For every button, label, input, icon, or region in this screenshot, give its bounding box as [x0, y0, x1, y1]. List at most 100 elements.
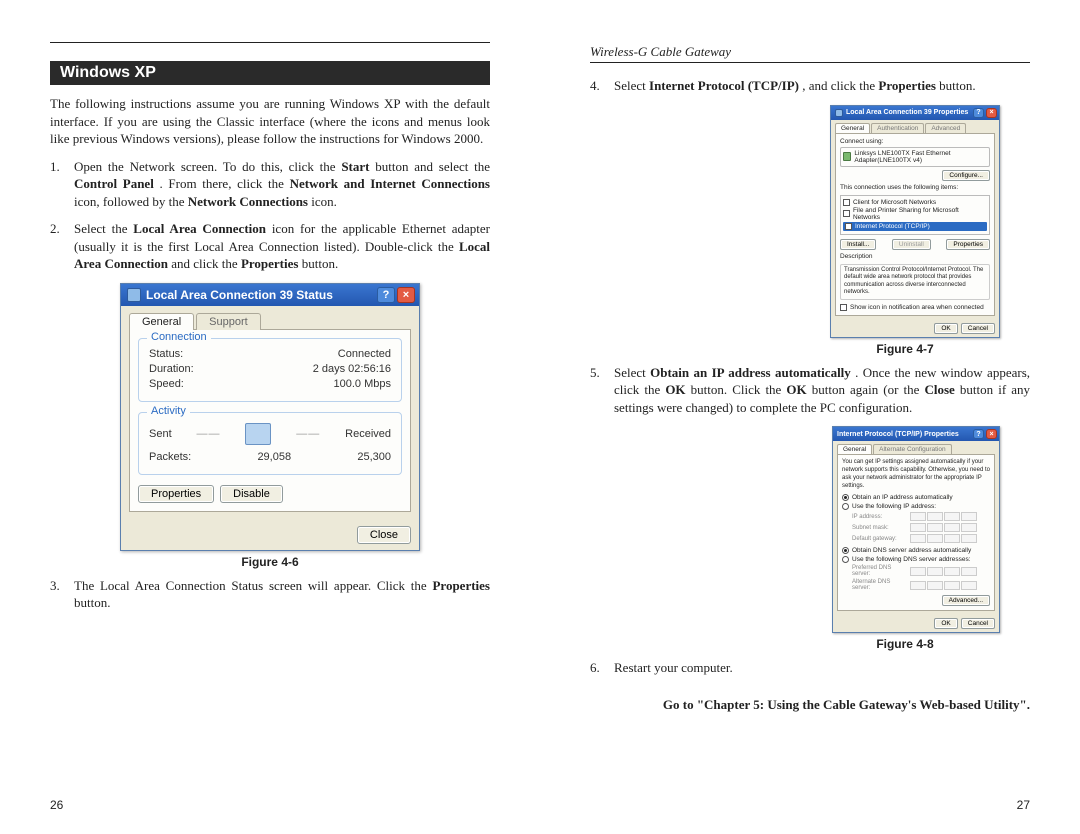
- group-legend: Activity: [147, 405, 190, 417]
- value: 2 days 02:56:16: [313, 363, 391, 375]
- text: OK: [665, 382, 685, 397]
- app-icon: [127, 288, 141, 302]
- checkbox-icon[interactable]: [845, 223, 852, 230]
- group-connection: Connection Status:Connected Duration:2 d…: [138, 338, 402, 402]
- value: 29,058: [257, 451, 291, 463]
- text: Open the Network screen. To do this, cli…: [74, 159, 341, 174]
- label: Show icon in notification area when conn…: [850, 304, 984, 311]
- text: Internet Protocol (TCP/IP): [649, 78, 799, 93]
- radio-icon[interactable]: [842, 503, 849, 510]
- steps-right: 4. Select Internet Protocol (TCP/IP) , a…: [614, 77, 1030, 95]
- ok-button[interactable]: OK: [934, 618, 957, 629]
- radio-icon[interactable]: [842, 494, 849, 501]
- text: Properties: [241, 256, 299, 271]
- app-icon: [835, 109, 843, 117]
- network-icon: [245, 423, 271, 445]
- label: Preferred DNS server:: [852, 565, 906, 577]
- help-icon[interactable]: ?: [377, 287, 395, 303]
- text: Properties: [878, 78, 936, 93]
- text: The Local Area Connection Status screen …: [74, 578, 432, 593]
- uninstall-button[interactable]: Uninstall: [892, 239, 931, 250]
- label: Speed:: [149, 378, 184, 390]
- label: Use the following IP address:: [852, 503, 936, 510]
- label: Alternate DNS server:: [852, 579, 906, 591]
- properties-button[interactable]: Properties: [946, 239, 990, 250]
- checkbox-icon[interactable]: [843, 210, 850, 217]
- step-6: 6. Restart your computer.: [614, 659, 1030, 677]
- cancel-button[interactable]: Cancel: [961, 323, 995, 334]
- info-text: You can get IP settings assigned automat…: [842, 459, 990, 490]
- text: Network Connections: [188, 194, 308, 209]
- running-header: Wireless-G Cable Gateway: [590, 42, 1030, 63]
- advanced-button[interactable]: Advanced...: [942, 595, 990, 606]
- radio-icon[interactable]: [842, 556, 849, 563]
- text: button.: [74, 595, 110, 610]
- tab-general[interactable]: General: [835, 123, 870, 133]
- text: button and select the: [375, 159, 490, 174]
- text: Network and Internet Connections: [290, 176, 490, 191]
- figure-4-6-caption: Figure 4-6: [50, 555, 490, 569]
- text: Restart your computer.: [614, 660, 733, 675]
- step-3: 3. The Local Area Connection Status scre…: [74, 577, 490, 612]
- dialog-titlebar[interactable]: Local Area Connection 39 Properties ? ×: [831, 106, 999, 120]
- label: IP address:: [852, 514, 906, 520]
- dialog-title: Local Area Connection 39 Properties: [846, 109, 968, 116]
- properties-button[interactable]: Properties: [138, 485, 214, 503]
- disable-button[interactable]: Disable: [220, 485, 283, 503]
- tab-general[interactable]: General: [837, 444, 872, 454]
- tab-support[interactable]: Support: [196, 313, 261, 330]
- nic-icon: [843, 152, 851, 161]
- text: and click the: [171, 256, 241, 271]
- steps-right-3: 6. Restart your computer.: [614, 659, 1030, 677]
- text: , and click the: [802, 78, 878, 93]
- label: This connection uses the following items…: [840, 184, 990, 191]
- configure-button[interactable]: Configure...: [942, 170, 990, 181]
- label-sent: Sent: [149, 428, 172, 440]
- items-list[interactable]: Client for Microsoft Networks File and P…: [840, 195, 990, 235]
- adapter-name: Linksys LNE100TX Fast Ethernet Adapter(L…: [854, 150, 987, 164]
- close-button[interactable]: Close: [357, 526, 411, 544]
- step-4: 4. Select Internet Protocol (TCP/IP) , a…: [614, 77, 1030, 95]
- page-left: Windows XP The following instructions as…: [0, 0, 540, 834]
- steps-left: 1. Open the Network screen. To do this, …: [74, 158, 490, 273]
- close-icon[interactable]: ×: [986, 108, 997, 118]
- label: Use the following DNS server addresses:: [852, 556, 971, 563]
- label: Description: [840, 253, 990, 260]
- value: 25,300: [357, 451, 391, 463]
- help-icon[interactable]: ?: [973, 429, 984, 439]
- close-icon[interactable]: ×: [986, 429, 997, 439]
- tab-alt-config[interactable]: Alternate Configuration: [873, 444, 952, 454]
- label: Obtain DNS server address automatically: [852, 547, 971, 554]
- text: . From there, click the: [159, 176, 289, 191]
- figure-4-8-caption: Figure 4-8: [780, 637, 1030, 651]
- text: icon, followed by the: [74, 194, 188, 209]
- intro-paragraph: The following instructions assume you ar…: [50, 95, 490, 148]
- step-2: 2. Select the Local Area Connection icon…: [74, 220, 490, 273]
- tab-authentication[interactable]: Authentication: [871, 123, 924, 133]
- cancel-button[interactable]: Cancel: [961, 618, 995, 629]
- group-legend: Connection: [147, 331, 211, 343]
- value: 100.0 Mbps: [334, 378, 391, 390]
- checkbox-icon[interactable]: [840, 304, 847, 311]
- text: Obtain an IP address automatically: [650, 365, 851, 380]
- checkbox-icon[interactable]: [843, 199, 850, 206]
- text: Properties: [432, 578, 490, 593]
- label: Default gateway:: [852, 536, 906, 542]
- text: button. Click the: [691, 382, 787, 397]
- text: Local Area Connection: [133, 221, 266, 236]
- step-1: 1. Open the Network screen. To do this, …: [74, 158, 490, 211]
- dialog-titlebar[interactable]: Local Area Connection 39 Status ? ×: [121, 284, 419, 306]
- text: Close: [924, 382, 954, 397]
- help-icon[interactable]: ?: [973, 108, 984, 118]
- tab-advanced[interactable]: Advanced: [925, 123, 966, 133]
- page-number-right: 27: [1017, 798, 1030, 812]
- install-button[interactable]: Install...: [840, 239, 876, 250]
- ok-button[interactable]: OK: [934, 323, 957, 334]
- dialog-titlebar[interactable]: Internet Protocol (TCP/IP) Properties ? …: [833, 427, 999, 441]
- figure-4-8-dialog: Internet Protocol (TCP/IP) Properties ? …: [832, 426, 1000, 633]
- label: Duration:: [149, 363, 194, 375]
- close-icon[interactable]: ×: [397, 287, 415, 303]
- radio-icon[interactable]: [842, 547, 849, 554]
- tab-general[interactable]: General: [129, 313, 194, 330]
- list-item: Client for Microsoft Networks: [853, 199, 936, 206]
